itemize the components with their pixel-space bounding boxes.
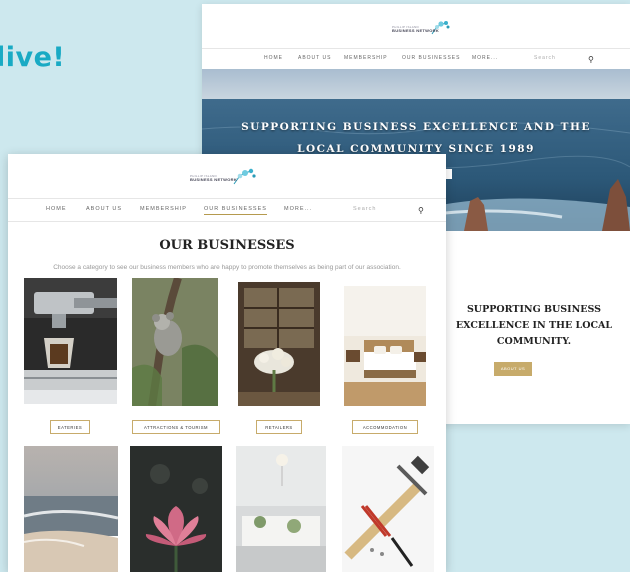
- nav-about-us[interactable]: ABOUT US: [86, 206, 122, 212]
- promo-headline: live!: [0, 42, 66, 73]
- page-title: OUR BUSINESSES: [159, 238, 295, 253]
- lotus-image[interactable]: [130, 446, 222, 572]
- nav-more[interactable]: MORE...: [472, 55, 498, 61]
- beach-image[interactable]: [24, 446, 118, 572]
- category-eateries-button[interactable]: EATERIES: [50, 420, 90, 434]
- attractions-image[interactable]: [132, 278, 218, 406]
- businesses-page-screenshot: PHILLIP ISLAND BUSINESS NETWORK HOME ABO…: [8, 154, 446, 572]
- retailers-image[interactable]: [238, 282, 320, 406]
- search-input[interactable]: Search: [534, 55, 556, 61]
- page-subtitle: Choose a category to see our business me…: [53, 264, 401, 271]
- nav-our-businesses[interactable]: OUR BUSINESSES: [204, 206, 267, 215]
- brand-line2: BUSINESS NETWORK: [190, 177, 238, 182]
- about-us-button[interactable]: ABOUT US: [494, 362, 532, 376]
- events-image[interactable]: [236, 446, 326, 572]
- trades-image[interactable]: [342, 446, 434, 572]
- brand-line2: BUSINESS NETWORK: [392, 28, 440, 33]
- home-tagline: SUPPORTING BUSINESS EXCELLENCE IN THE LO…: [434, 302, 630, 350]
- nav-membership[interactable]: MEMBERSHIP: [140, 206, 187, 212]
- eateries-image[interactable]: [24, 278, 117, 404]
- tagline-line2: EXCELLENCE IN THE LOCAL: [455, 320, 613, 331]
- hero-heading-line1: SUPPORTING BUSINESS EXCELLENCE AND THE: [241, 121, 591, 133]
- nav-home[interactable]: HOME: [264, 55, 283, 61]
- category-attractions-tourism-button[interactable]: ATTRACTIONS & TOURISM: [132, 420, 220, 434]
- brand-logo[interactable]: PHILLIP ISLAND BUSINESS NETWORK: [190, 168, 260, 191]
- brand-logo[interactable]: PHILLIP ISLAND BUSINESS NETWORK: [392, 20, 452, 41]
- tagline-line1: SUPPORTING BUSINESS: [466, 304, 602, 315]
- search-input[interactable]: Search: [353, 206, 376, 212]
- main-nav: HOME ABOUT US MEMBERSHIP OUR BUSINESSES …: [8, 198, 446, 222]
- tagline-line3: COMMUNITY.: [496, 336, 572, 347]
- accommodation-image[interactable]: [344, 286, 426, 406]
- search-icon[interactable]: ⚲: [588, 55, 595, 64]
- nav-about-us[interactable]: ABOUT US: [298, 55, 331, 61]
- main-nav: HOME ABOUT US MEMBERSHIP OUR BUSINESSES …: [202, 48, 630, 70]
- nav-membership[interactable]: MEMBERSHIP: [344, 55, 388, 61]
- search-icon[interactable]: ⚲: [418, 206, 425, 215]
- nav-home[interactable]: HOME: [46, 206, 67, 212]
- category-accommodation-button[interactable]: ACCOMMODATION: [352, 420, 418, 434]
- category-retailers-button[interactable]: RETAILERS: [256, 420, 302, 434]
- nav-our-businesses[interactable]: OUR BUSINESSES: [402, 55, 460, 61]
- nav-more[interactable]: MORE...: [284, 206, 312, 212]
